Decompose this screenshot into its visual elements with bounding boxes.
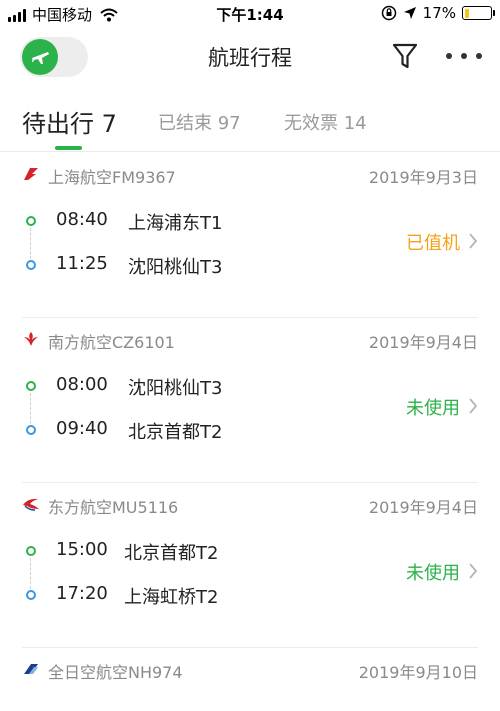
departure-dot xyxy=(26,381,36,391)
flight-date: 2019年9月4日 xyxy=(368,498,478,517)
departure-airport: 沈阳桃仙T3 xyxy=(128,378,223,399)
nav-bar: 航班行程 xyxy=(0,28,500,86)
china-eastern-logo-icon xyxy=(23,498,39,511)
orientation-lock-icon xyxy=(381,5,396,21)
flight-date: 2019年9月10日 xyxy=(358,663,478,682)
route-line xyxy=(30,558,31,589)
page-title: 航班行程 xyxy=(208,46,292,70)
airline-flight-number: 东方航空MU5116 xyxy=(48,498,179,517)
route-line xyxy=(30,228,31,259)
departure-time: 08:00 xyxy=(56,374,108,395)
tab-bar: 待出行 7 已结束 97 无效票 14 xyxy=(0,100,500,152)
arrival-dot xyxy=(26,425,36,435)
flight-date: 2019年9月4日 xyxy=(368,333,478,352)
battery-percent: 17% xyxy=(422,4,456,22)
battery-icon xyxy=(462,6,495,20)
arrival-dot xyxy=(26,260,36,270)
filter-icon[interactable] xyxy=(392,42,418,70)
departure-dot xyxy=(26,216,36,226)
route-line xyxy=(30,393,31,424)
tab-upcoming[interactable]: 待出行 7 xyxy=(22,104,117,139)
chevron-right-icon xyxy=(469,233,478,249)
departure-airport: 上海浦东T1 xyxy=(128,213,223,234)
arrival-dot xyxy=(26,590,36,600)
battery-fill xyxy=(464,8,469,18)
tab-invalid[interactable]: 无效票 14 xyxy=(284,109,367,135)
departure-time: 15:00 xyxy=(56,539,108,560)
arrival-time: 09:40 xyxy=(56,418,108,439)
flight-card[interactable]: 东方航空MU5116 2019年9月4日 15:00 北京首都T2 17:20 … xyxy=(0,483,500,648)
airline-flight-number: 南方航空CZ6101 xyxy=(48,333,175,352)
shanghai-airlines-logo-icon xyxy=(24,168,38,180)
departure-airport: 北京首都T2 xyxy=(124,543,219,564)
more-options-icon[interactable] xyxy=(446,46,482,66)
arrival-airport: 沈阳桃仙T3 xyxy=(128,257,223,278)
china-southern-logo-icon xyxy=(24,332,38,346)
active-tab-indicator xyxy=(55,146,82,150)
tab-completed[interactable]: 已结束 97 xyxy=(158,109,241,135)
flight-card[interactable]: 全日空航空NH974 2019年9月10日 xyxy=(0,648,500,711)
airline-flight-number: 全日空航空NH974 xyxy=(48,663,183,682)
arrival-time: 17:20 xyxy=(56,583,108,604)
status-bar-right: 17% xyxy=(381,4,495,22)
location-arrow-icon xyxy=(403,7,416,19)
status-badge: 未使用 xyxy=(406,563,460,584)
chevron-right-icon xyxy=(469,563,478,579)
flight-itinerary-screen: 中国移动 下午1:44 17% 航班行程 待出行 7 已结束 97 无效票 14… xyxy=(0,0,500,711)
status-badge: 未使用 xyxy=(406,398,460,419)
arrival-airport: 上海虹桥T2 xyxy=(124,587,219,608)
arrival-time: 11:25 xyxy=(56,253,108,274)
arrival-airport: 北京首都T2 xyxy=(128,422,223,443)
chevron-right-icon xyxy=(469,398,478,414)
departure-time: 08:40 xyxy=(56,209,108,230)
ana-logo-icon xyxy=(24,664,38,674)
flight-card[interactable]: 上海航空FM9367 2019年9月3日 08:40 上海浦东T1 11:25 … xyxy=(0,153,500,318)
status-badge: 已值机 xyxy=(406,233,460,254)
flight-date: 2019年9月3日 xyxy=(368,168,478,187)
flight-card[interactable]: 南方航空CZ6101 2019年9月4日 08:00 沈阳桃仙T3 09:40 … xyxy=(0,318,500,483)
departure-dot xyxy=(26,546,36,556)
status-bar: 中国移动 下午1:44 17% xyxy=(0,0,500,28)
airline-flight-number: 上海航空FM9367 xyxy=(48,168,176,187)
